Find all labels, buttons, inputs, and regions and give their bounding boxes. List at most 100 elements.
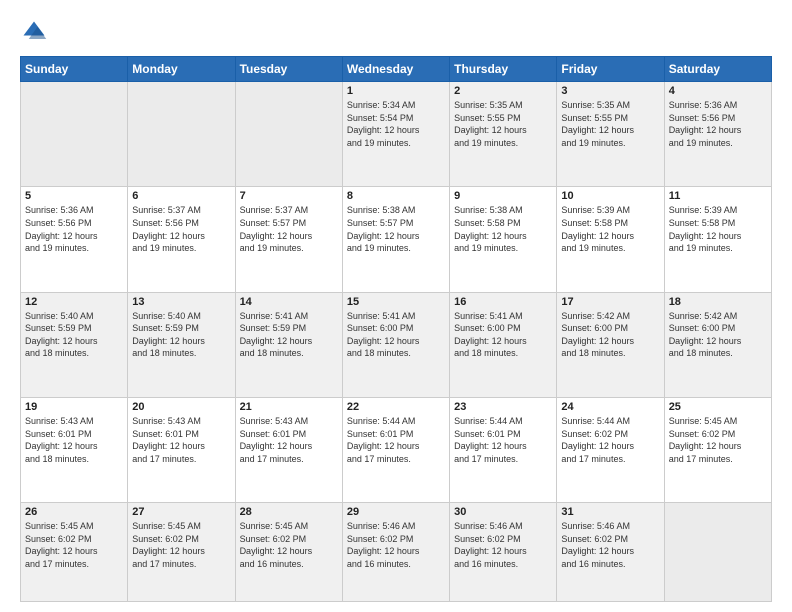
day-number: 20 <box>132 401 230 413</box>
day-number: 31 <box>561 506 659 518</box>
day-info: Sunrise: 5:35 AM Sunset: 5:55 PM Dayligh… <box>561 99 659 149</box>
day-number: 5 <box>25 190 123 202</box>
calendar-week-row: 19 Sunrise: 5:43 AM Sunset: 6:01 PM Dayli… <box>21 397 772 502</box>
day-number: 10 <box>561 190 659 202</box>
day-number: 17 <box>561 296 659 308</box>
calendar-cell: 23Sunrise: 5:44 AM Sunset: 6:01 PM Dayli… <box>450 397 557 502</box>
day-info: Sunrise: 5:41 AM Sunset: 6:00 PM Dayligh… <box>454 310 552 360</box>
calendar-cell: 16 Sunrise: 5:41 AM Sunset: 6:00 PM Dayli… <box>450 292 557 397</box>
calendar-cell: 3 Sunrise: 5:35 AM Sunset: 5:55 PM Daylig… <box>557 82 664 187</box>
calendar-cell: 27Sunrise: 5:45 AM Sunset: 6:02 PM Dayli… <box>128 503 235 602</box>
calendar-cell: 15 Sunrise: 5:41 AM Sunset: 6:00 PM Dayli… <box>342 292 449 397</box>
calendar-cell: 1Sunrise: 5:34 AM Sunset: 5:54 PM Daylig… <box>342 82 449 187</box>
day-number: 22 <box>347 401 445 413</box>
day-info: Sunrise: 5:40 AM Sunset: 5:59 PM Dayligh… <box>132 310 230 360</box>
calendar-cell: 21 Sunrise: 5:43 AM Sunset: 6:01 PM Dayli… <box>235 397 342 502</box>
day-number: 4 <box>669 85 767 97</box>
calendar-cell: 9Sunrise: 5:38 AM Sunset: 5:58 PM Daylig… <box>450 187 557 292</box>
day-number: 13 <box>132 296 230 308</box>
day-number: 19 <box>25 401 123 413</box>
day-number: 12 <box>25 296 123 308</box>
day-info: Sunrise: 5:42 AM Sunset: 6:00 PM Dayligh… <box>669 310 767 360</box>
calendar-cell: 2 Sunrise: 5:35 AM Sunset: 5:55 PM Daylig… <box>450 82 557 187</box>
calendar-cell: 18 Sunrise: 5:42 AM Sunset: 6:00 PM Dayli… <box>664 292 771 397</box>
day-info: Sunrise: 5:42 AM Sunset: 6:00 PM Dayligh… <box>561 310 659 360</box>
day-number: 3 <box>561 85 659 97</box>
day-info: Sunrise: 5:40 AM Sunset: 5:59 PM Dayligh… <box>25 310 123 360</box>
calendar-cell: 26 Sunrise: 5:45 AM Sunset: 6:02 PM Dayli… <box>21 503 128 602</box>
day-info: Sunrise: 5:44 AM Sunset: 6:01 PM Dayligh… <box>347 415 445 465</box>
day-number: 28 <box>240 506 338 518</box>
col-header-sunday: Sunday <box>21 57 128 82</box>
calendar-cell: 12 Sunrise: 5:40 AM Sunset: 5:59 PM Dayli… <box>21 292 128 397</box>
calendar-cell: 30 Sunrise: 5:46 AM Sunset: 6:02 PM Dayli… <box>450 503 557 602</box>
col-header-thursday: Thursday <box>450 57 557 82</box>
day-info: Sunrise: 5:43 AM Sunset: 6:01 PM Dayligh… <box>240 415 338 465</box>
calendar-cell: 29 Sunrise: 5:46 AM Sunset: 6:02 PM Dayli… <box>342 503 449 602</box>
header <box>20 18 772 46</box>
day-number: 15 <box>347 296 445 308</box>
day-info: Sunrise: 5:36 AM Sunset: 5:56 PM Dayligh… <box>25 204 123 254</box>
day-number: 7 <box>240 190 338 202</box>
calendar-cell: 4 Sunrise: 5:36 AM Sunset: 5:56 PM Daylig… <box>664 82 771 187</box>
day-info: Sunrise: 5:35 AM Sunset: 5:55 PM Dayligh… <box>454 99 552 149</box>
col-header-monday: Monday <box>128 57 235 82</box>
calendar-cell: 24 Sunrise: 5:44 AM Sunset: 6:02 PM Dayli… <box>557 397 664 502</box>
col-header-tuesday: Tuesday <box>235 57 342 82</box>
day-info: Sunrise: 5:46 AM Sunset: 6:02 PM Dayligh… <box>347 520 445 570</box>
day-info: Sunrise: 5:37 AM Sunset: 5:57 PM Dayligh… <box>240 204 338 254</box>
day-info: Sunrise: 5:43 AM Sunset: 6:01 PM Dayligh… <box>132 415 230 465</box>
day-info: Sunrise: 5:44 AM Sunset: 6:02 PM Dayligh… <box>561 415 659 465</box>
logo <box>20 18 52 46</box>
day-number: 24 <box>561 401 659 413</box>
day-info: Sunrise: 5:39 AM Sunset: 5:58 PM Dayligh… <box>669 204 767 254</box>
day-info: Sunrise: 5:41 AM Sunset: 5:59 PM Dayligh… <box>240 310 338 360</box>
calendar-cell: 8Sunrise: 5:38 AM Sunset: 5:57 PM Daylig… <box>342 187 449 292</box>
calendar-table: SundayMondayTuesdayWednesdayThursdayFrid… <box>20 56 772 602</box>
day-info: Sunrise: 5:45 AM Sunset: 6:02 PM Dayligh… <box>669 415 767 465</box>
calendar-cell: 13 Sunrise: 5:40 AM Sunset: 5:59 PM Dayli… <box>128 292 235 397</box>
calendar-cell <box>128 82 235 187</box>
day-number: 11 <box>669 190 767 202</box>
day-info: Sunrise: 5:46 AM Sunset: 6:02 PM Dayligh… <box>561 520 659 570</box>
calendar-week-row: 12 Sunrise: 5:40 AM Sunset: 5:59 PM Dayli… <box>21 292 772 397</box>
day-number: 21 <box>240 401 338 413</box>
day-info: Sunrise: 5:37 AM Sunset: 5:56 PM Dayligh… <box>132 204 230 254</box>
day-info: Sunrise: 5:34 AM Sunset: 5:54 PM Dayligh… <box>347 99 445 149</box>
calendar-cell: 28 Sunrise: 5:45 AM Sunset: 6:02 PM Dayli… <box>235 503 342 602</box>
day-number: 26 <box>25 506 123 518</box>
day-number: 27 <box>132 506 230 518</box>
day-number: 18 <box>669 296 767 308</box>
day-number: 2 <box>454 85 552 97</box>
day-info: Sunrise: 5:45 AM Sunset: 6:02 PM Dayligh… <box>25 520 123 570</box>
calendar-week-row: 5 Sunrise: 5:36 AM Sunset: 5:56 PM Daylig… <box>21 187 772 292</box>
day-info: Sunrise: 5:43 AM Sunset: 6:01 PM Dayligh… <box>25 415 123 465</box>
calendar-cell: 17 Sunrise: 5:42 AM Sunset: 6:00 PM Dayli… <box>557 292 664 397</box>
day-info: Sunrise: 5:41 AM Sunset: 6:00 PM Dayligh… <box>347 310 445 360</box>
day-number: 30 <box>454 506 552 518</box>
day-number: 8 <box>347 190 445 202</box>
calendar-cell <box>664 503 771 602</box>
day-info: Sunrise: 5:45 AM Sunset: 6:02 PM Dayligh… <box>240 520 338 570</box>
day-number: 14 <box>240 296 338 308</box>
col-header-saturday: Saturday <box>664 57 771 82</box>
day-number: 25 <box>669 401 767 413</box>
calendar-cell: 19 Sunrise: 5:43 AM Sunset: 6:01 PM Dayli… <box>21 397 128 502</box>
col-header-wednesday: Wednesday <box>342 57 449 82</box>
calendar-cell: 7 Sunrise: 5:37 AM Sunset: 5:57 PM Daylig… <box>235 187 342 292</box>
page: SundayMondayTuesdayWednesdayThursdayFrid… <box>0 0 792 612</box>
calendar-cell: 10Sunrise: 5:39 AM Sunset: 5:58 PM Dayli… <box>557 187 664 292</box>
day-number: 16 <box>454 296 552 308</box>
calendar-cell: 22 Sunrise: 5:44 AM Sunset: 6:01 PM Dayli… <box>342 397 449 502</box>
logo-icon <box>20 18 48 46</box>
calendar-week-row: 1Sunrise: 5:34 AM Sunset: 5:54 PM Daylig… <box>21 82 772 187</box>
calendar-cell: 31 Sunrise: 5:46 AM Sunset: 6:02 PM Dayli… <box>557 503 664 602</box>
day-info: Sunrise: 5:36 AM Sunset: 5:56 PM Dayligh… <box>669 99 767 149</box>
day-number: 29 <box>347 506 445 518</box>
day-info: Sunrise: 5:46 AM Sunset: 6:02 PM Dayligh… <box>454 520 552 570</box>
day-info: Sunrise: 5:38 AM Sunset: 5:58 PM Dayligh… <box>454 204 552 254</box>
day-number: 23 <box>454 401 552 413</box>
calendar-cell: 14 Sunrise: 5:41 AM Sunset: 5:59 PM Dayli… <box>235 292 342 397</box>
calendar-cell: 20 Sunrise: 5:43 AM Sunset: 6:01 PM Dayli… <box>128 397 235 502</box>
calendar-cell <box>21 82 128 187</box>
